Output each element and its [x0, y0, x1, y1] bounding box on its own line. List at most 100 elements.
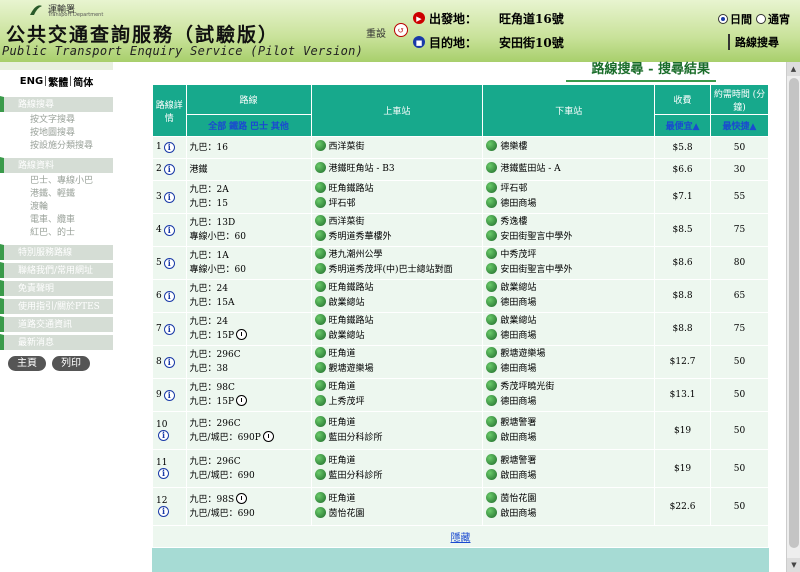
- scroll-thumb[interactable]: [789, 78, 799, 548]
- info-icon[interactable]: i: [163, 389, 175, 401]
- lang-simp-link[interactable]: 简体: [71, 74, 95, 89]
- boarding-stop[interactable]: 旺角鐵路站: [314, 281, 483, 296]
- globe-map-icon[interactable]: [314, 230, 326, 241]
- globe-map-icon[interactable]: [314, 506, 326, 518]
- boarding-stop[interactable]: 旺角鐵路站: [314, 314, 483, 329]
- info-icon[interactable]: i: [163, 142, 175, 153]
- menu-search-by-facility[interactable]: 按設施分類搜尋: [0, 140, 113, 153]
- boarding-stop[interactable]: 坪石邨: [314, 197, 483, 212]
- print-button[interactable]: 列印: [52, 356, 90, 371]
- globe-map-icon[interactable]: [486, 296, 498, 307]
- menu-guide-about[interactable]: 使用指引/關於PTES: [0, 298, 113, 314]
- boarding-stop[interactable]: 啟業總站: [314, 296, 483, 311]
- info-icon[interactable]: i: [163, 191, 175, 203]
- info-icon[interactable]: i: [163, 290, 175, 302]
- menu-redbus-taxi[interactable]: 紅巴、的士: [0, 227, 113, 240]
- alighting-stop[interactable]: 啟田商場: [486, 430, 654, 446]
- globe-map-icon[interactable]: [314, 182, 326, 193]
- globe-map-icon[interactable]: [486, 491, 498, 503]
- reset-icon[interactable]: ↺: [394, 23, 408, 37]
- info-icon[interactable]: i: [163, 224, 175, 236]
- alighting-stop[interactable]: 秀茂坪曉光街: [486, 380, 654, 395]
- boarding-stop[interactable]: 啟業總站: [314, 329, 483, 344]
- boarding-stop[interactable]: 旺角鐵路站: [314, 182, 483, 197]
- globe-map-icon[interactable]: [486, 162, 498, 173]
- boarding-stop[interactable]: 旺角道: [314, 380, 483, 395]
- alighting-stop[interactable]: 秀逸樓: [486, 215, 654, 230]
- alighting-stop[interactable]: 中秀茂坪: [486, 248, 654, 263]
- boarding-stop[interactable]: 藍田分科診所: [314, 468, 483, 484]
- info-icon[interactable]: i: [163, 356, 175, 368]
- filter-other[interactable]: 其他: [271, 122, 289, 132]
- filter-rail[interactable]: 鐵路: [229, 122, 247, 132]
- info-icon[interactable]: i: [163, 323, 175, 335]
- menu-tram-peak[interactable]: 電車、纜車: [0, 214, 113, 227]
- boarding-stop[interactable]: 旺角道: [314, 491, 483, 507]
- boarding-stop[interactable]: 旺角道: [314, 347, 483, 362]
- alighting-stop[interactable]: 啟業總站: [486, 314, 654, 329]
- globe-map-icon[interactable]: [486, 468, 498, 480]
- globe-map-icon[interactable]: [486, 453, 498, 465]
- globe-map-icon[interactable]: [486, 182, 498, 193]
- sort-cheapest[interactable]: 最便宜▲: [654, 114, 712, 137]
- menu-mtr-lightrail[interactable]: 港鐵、輕鐵: [0, 188, 113, 201]
- alighting-stop[interactable]: 觀塘警署: [486, 415, 654, 431]
- globe-map-icon[interactable]: [314, 491, 326, 503]
- alighting-stop[interactable]: 安田街聖言中學外: [486, 230, 654, 245]
- globe-map-icon[interactable]: [314, 296, 326, 307]
- globe-map-icon[interactable]: [486, 230, 498, 241]
- globe-map-icon[interactable]: [314, 415, 326, 427]
- info-icon[interactable]: i: [158, 506, 169, 517]
- route-search-tab[interactable]: 路線搜尋: [728, 34, 779, 50]
- globe-map-icon[interactable]: [314, 362, 326, 373]
- globe-map-icon[interactable]: [314, 281, 326, 292]
- info-icon[interactable]: i: [158, 430, 169, 441]
- globe-map-icon[interactable]: [314, 248, 326, 259]
- menu-route-search[interactable]: 路線搜尋: [0, 96, 113, 112]
- menu-search-by-text[interactable]: 按文字搜尋: [0, 114, 113, 127]
- menu-route-info[interactable]: 路線資料: [0, 157, 113, 173]
- globe-map-icon[interactable]: [486, 380, 498, 391]
- boarding-stop[interactable]: 港鐵旺角站 - B3: [314, 162, 483, 177]
- menu-bus-minibus[interactable]: 巴士、專線小巴: [0, 175, 113, 188]
- globe-map-icon[interactable]: [314, 215, 326, 226]
- transport-department-logo[interactable]: 運輸署 Transport Department: [28, 2, 108, 20]
- night-radio-icon[interactable]: [756, 14, 766, 24]
- globe-map-icon[interactable]: [314, 453, 326, 465]
- globe-map-icon[interactable]: [486, 430, 498, 442]
- alighting-stop[interactable]: 安田街聖言中學外: [486, 263, 654, 278]
- boarding-stop[interactable]: 觀塘遊樂場: [314, 362, 483, 377]
- boarding-stop[interactable]: 旺角道: [314, 453, 483, 469]
- alighting-stop[interactable]: 德田商場: [486, 395, 654, 410]
- menu-latest-news[interactable]: 最新消息: [0, 334, 113, 350]
- globe-map-icon[interactable]: [486, 140, 498, 151]
- alighting-stop[interactable]: 坪石邨: [486, 182, 654, 197]
- globe-map-icon[interactable]: [486, 248, 498, 259]
- hide-link[interactable]: 隱藏: [451, 533, 471, 544]
- globe-map-icon[interactable]: [314, 162, 326, 173]
- globe-map-icon[interactable]: [314, 430, 326, 442]
- globe-map-icon[interactable]: [486, 197, 498, 208]
- day-radio-icon[interactable]: [718, 14, 728, 24]
- menu-contact-us[interactable]: 聯絡我們/常用網址: [0, 262, 113, 278]
- globe-map-icon[interactable]: [486, 215, 498, 226]
- boarding-stop[interactable]: 港九潮州公學: [314, 248, 483, 263]
- filter-bus[interactable]: 巴士: [250, 122, 268, 132]
- lang-eng-link[interactable]: ENG: [18, 76, 45, 87]
- globe-map-icon[interactable]: [314, 263, 326, 274]
- boarding-stop[interactable]: 茵怡花園: [314, 506, 483, 522]
- alighting-stop[interactable]: 德樂樓: [486, 140, 654, 155]
- boarding-stop[interactable]: 秀明道秀華樓外: [314, 230, 483, 245]
- globe-map-icon[interactable]: [486, 506, 498, 518]
- globe-map-icon[interactable]: [314, 347, 326, 358]
- globe-map-icon[interactable]: [486, 281, 498, 292]
- menu-ferry[interactable]: 渡輪: [0, 201, 113, 214]
- menu-road-traffic[interactable]: 道路交通資訊: [0, 316, 113, 332]
- alighting-stop[interactable]: 觀塘警署: [486, 453, 654, 469]
- menu-special-routes[interactable]: 特別服務路線: [0, 244, 113, 260]
- boarding-stop[interactable]: 旺角道: [314, 415, 483, 431]
- filter-all[interactable]: 全部: [208, 122, 226, 132]
- vertical-scrollbar[interactable]: ▲ ▼: [786, 62, 800, 572]
- alighting-stop[interactable]: 德田商場: [486, 329, 654, 344]
- origin-row[interactable]: ▶ 出發地： 旺角道16號: [413, 9, 564, 27]
